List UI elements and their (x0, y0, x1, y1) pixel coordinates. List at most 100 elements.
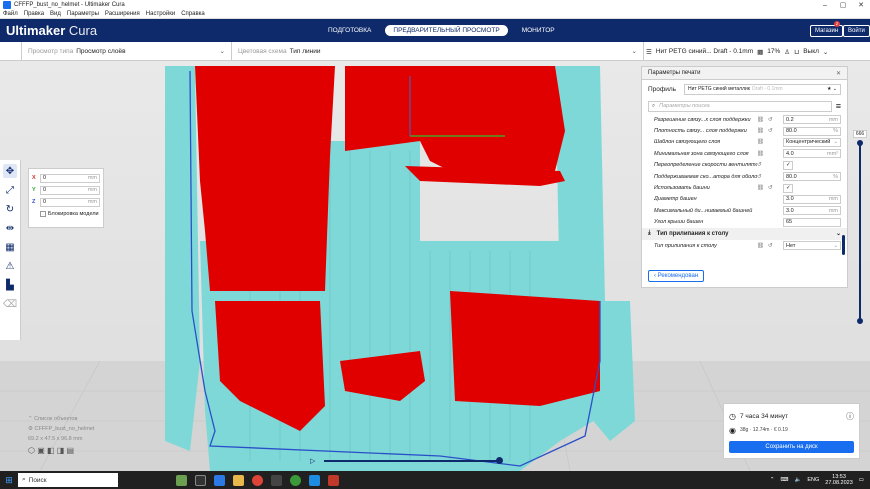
path-slider-handle[interactable] (496, 457, 503, 464)
layer-slider-top-handle[interactable] (857, 140, 863, 146)
volume-icon[interactable]: 🔈 (794, 477, 801, 483)
menu-settings[interactable]: Параметры (64, 11, 102, 17)
link-icon[interactable]: ⛓ (757, 151, 764, 157)
menu-help[interactable]: Справка (178, 11, 208, 17)
close-window-button[interactable]: ✕ (852, 1, 870, 9)
z-position-input[interactable]: 0 mm (40, 197, 100, 207)
view-orientation-icons[interactable]: ⬡ ▣ ◧ ◨ ▤ (28, 446, 94, 455)
network-icon[interactable]: ⌨ (781, 477, 789, 483)
menu-extensions[interactable]: Расширения (102, 11, 143, 17)
info-icon[interactable]: ⓘ (846, 411, 854, 422)
chrome-icon[interactable] (252, 474, 263, 486)
path-slider-track[interactable] (324, 460, 500, 462)
save-to-disk-button[interactable]: Сохранить на диск (729, 441, 854, 453)
tray-chevron-icon[interactable]: ⌃ (770, 477, 775, 483)
settings-search-input[interactable]: ⌕ Параметры поиска (648, 100, 832, 112)
setting-value-input[interactable]: 4.0 mm² (783, 149, 841, 159)
maximize-button[interactable]: ▢ (834, 1, 852, 9)
store-icon[interactable] (271, 474, 282, 486)
reset-icon[interactable]: ↺ (768, 128, 773, 134)
windows-start-icon[interactable]: ⊞ (0, 475, 18, 486)
menu-preferences[interactable]: Настройки (143, 11, 178, 17)
layer-playback: ▷ (310, 457, 505, 465)
app-green-icon[interactable] (290, 474, 301, 486)
setting-value-input[interactable]: 80.0% (783, 172, 841, 182)
setting-value-input[interactable]: 3.0 mm (783, 206, 841, 216)
layer-slider-bottom-handle[interactable] (857, 318, 863, 324)
setting-value-input[interactable]: 80.0% (783, 126, 841, 136)
menu-edit[interactable]: Правка (21, 11, 47, 17)
app-red-icon[interactable] (328, 474, 339, 486)
minimize-button[interactable]: – (816, 2, 834, 9)
layer-slider[interactable] (857, 140, 863, 325)
edge-icon[interactable] (214, 474, 225, 486)
setting-value-select[interactable]: Нет ⌄ (783, 241, 841, 251)
clock[interactable]: 13:53 27.08.2023 (825, 474, 853, 486)
link-icon[interactable]: ⛓ (757, 243, 764, 249)
taskbar-search[interactable]: ⌕ Поиск (18, 473, 118, 487)
star-icon[interactable]: ★ ⌄ (827, 86, 837, 92)
x-value: 0 (43, 175, 47, 181)
print-setup-selector[interactable]: ☰ Нит PETG синий... Draft - 0.1mm ▩ 17% … (640, 42, 870, 61)
close-icon[interactable]: ✕ (836, 70, 841, 77)
setting-name: Минимальная зона связующего слоя (654, 150, 749, 157)
setting-checkbox[interactable]: ✓ (783, 160, 793, 170)
eraser-icon[interactable]: ⌫ (3, 297, 17, 311)
setting-value: 80.0 (786, 173, 797, 180)
profile-value: Нит PETG синий металлик (688, 86, 750, 92)
settings-scrollbar[interactable] (842, 235, 845, 255)
cura-taskbar-icon[interactable] (309, 474, 320, 486)
setting-value-input[interactable]: 0.2 mm (783, 115, 841, 125)
setting-checkbox[interactable]: ✓ (783, 183, 793, 193)
color-scheme-select[interactable]: Цветовая схема Тип линии ⌄ (232, 41, 644, 61)
menu-icon[interactable]: ≡ (836, 101, 841, 111)
profile-select[interactable]: Нит PETG синий металлик Draft - 0.1mm ★ … (684, 83, 841, 95)
object-item[interactable]: ⚙ CFFFP_bust_no_helmet (28, 426, 94, 432)
setting-value-input[interactable]: 65 (783, 217, 841, 227)
per-model-settings-icon[interactable]: ▦ (3, 240, 17, 254)
link-icon[interactable]: ⛓ (757, 117, 764, 123)
signin-button[interactable]: Войти (843, 25, 870, 37)
scale-tool-icon[interactable]: ⤢ (3, 183, 17, 197)
recommended-button[interactable]: ‹ Рекомендован (648, 270, 705, 282)
layer-chart-icon[interactable]: ▙ (3, 278, 17, 292)
setting-icons: ⛓ ↺ (757, 243, 783, 249)
view-type-select[interactable]: Просмотр типа Просмотр слоёв ⌄ (22, 41, 232, 61)
category-adhesion[interactable]: ⤓ Тип прилипания к столу ⌄ (642, 227, 847, 240)
tab-preview[interactable]: ПРЕДВАРИТЕЛЬНЫЙ ПРОСМОТР (385, 25, 508, 36)
reset-icon[interactable]: ↺ (768, 243, 773, 249)
reset-icon[interactable]: ↺ (757, 174, 762, 180)
weather-widget-icon[interactable] (176, 474, 187, 486)
lock-model-row[interactable]: Блокировка модели (40, 211, 100, 217)
color-scheme-label: Цветовая схема (238, 47, 287, 55)
menu-view[interactable]: Вид (47, 11, 64, 17)
tab-prepare[interactable]: ПОДГОТОВКА (320, 25, 379, 36)
print-settings-title: Параметры печати (648, 70, 701, 76)
move-tool-icon[interactable]: ✥ (3, 164, 17, 178)
setting-value-input[interactable]: 3.0 mm (783, 194, 841, 204)
tab-monitor[interactable]: МОНИТОР (514, 25, 563, 36)
task-view-icon[interactable] (195, 474, 206, 486)
explorer-icon[interactable] (233, 474, 244, 486)
x-position-input[interactable]: 0 mm (40, 173, 100, 183)
lock-model-checkbox[interactable] (40, 211, 46, 217)
language-indicator[interactable]: ENG (807, 477, 819, 483)
menu-file[interactable]: Файл (0, 11, 21, 17)
reset-icon[interactable]: ↺ (768, 185, 773, 191)
layer-number-input[interactable]: 666 (853, 130, 867, 138)
reset-icon[interactable]: ↺ (768, 117, 773, 123)
marketplace-button[interactable]: Магазин (810, 25, 844, 37)
reset-icon[interactable]: ↺ (757, 162, 762, 168)
setting-value: ✓ (786, 185, 791, 192)
link-icon[interactable]: ⛓ (757, 139, 764, 145)
play-icon[interactable]: ▷ (310, 457, 315, 465)
object-list-header[interactable]: ⌃ Список объектов (28, 416, 94, 422)
mirror-tool-icon[interactable]: ⇹ (3, 221, 17, 235)
support-blocker-icon[interactable]: ⚠ (3, 259, 17, 273)
link-icon[interactable]: ⛓ (757, 185, 764, 191)
y-position-input[interactable]: 0 mm (40, 185, 100, 195)
link-icon[interactable]: ⛓ (757, 128, 764, 134)
notification-icon[interactable]: ▭ (859, 477, 864, 483)
setting-value-select[interactable]: Концентрический ⌄ (783, 137, 841, 147)
rotate-tool-icon[interactable]: ↻ (3, 202, 17, 216)
